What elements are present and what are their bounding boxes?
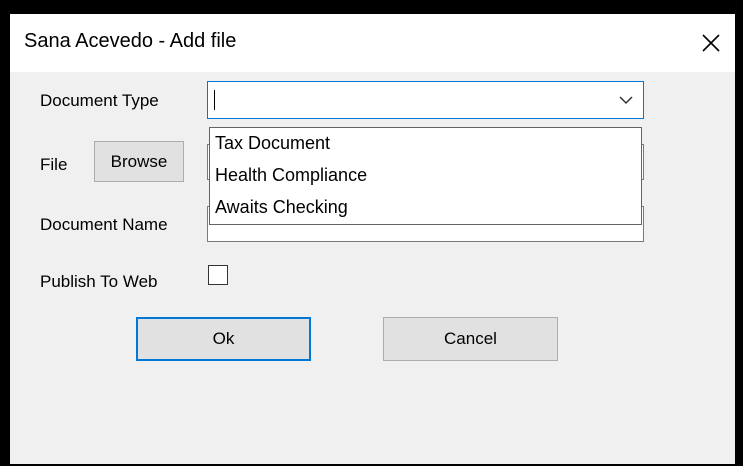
close-button[interactable] <box>687 14 735 72</box>
dropdown-option-tax-document[interactable]: Tax Document <box>215 133 330 154</box>
ok-button[interactable]: Ok <box>136 317 311 361</box>
cancel-button[interactable]: Cancel <box>383 317 558 361</box>
publish-to-web-label: Publish To Web <box>40 272 158 291</box>
dropdown-option-awaits-checking[interactable]: Awaits Checking <box>215 197 348 218</box>
file-label: File <box>40 155 68 174</box>
document-type-label: Document Type <box>40 91 159 110</box>
dropdown-option-health-compliance[interactable]: Health Compliance <box>215 165 367 186</box>
dialog-title: Sana Acevedo - Add file <box>24 30 237 52</box>
close-icon <box>702 34 720 52</box>
browse-button-label: Browse <box>110 151 168 171</box>
document-type-combobox[interactable] <box>207 81 644 119</box>
publish-to-web-checkbox[interactable] <box>208 265 228 285</box>
browse-button[interactable]: Browse <box>94 141 184 182</box>
chevron-down-icon <box>619 96 633 105</box>
text-cursor <box>214 90 215 110</box>
title-bar: Sana Acevedo - Add file <box>10 14 735 72</box>
ok-button-label: Ok <box>212 329 235 348</box>
document-type-dropdown-list: Tax Document Health Compliance Awaits Ch… <box>209 127 642 225</box>
cancel-button-label: Cancel <box>444 329 497 348</box>
add-file-dialog: Sana Acevedo - Add file Document Type Fi… <box>10 14 735 464</box>
document-name-label: Document Name <box>40 215 168 234</box>
